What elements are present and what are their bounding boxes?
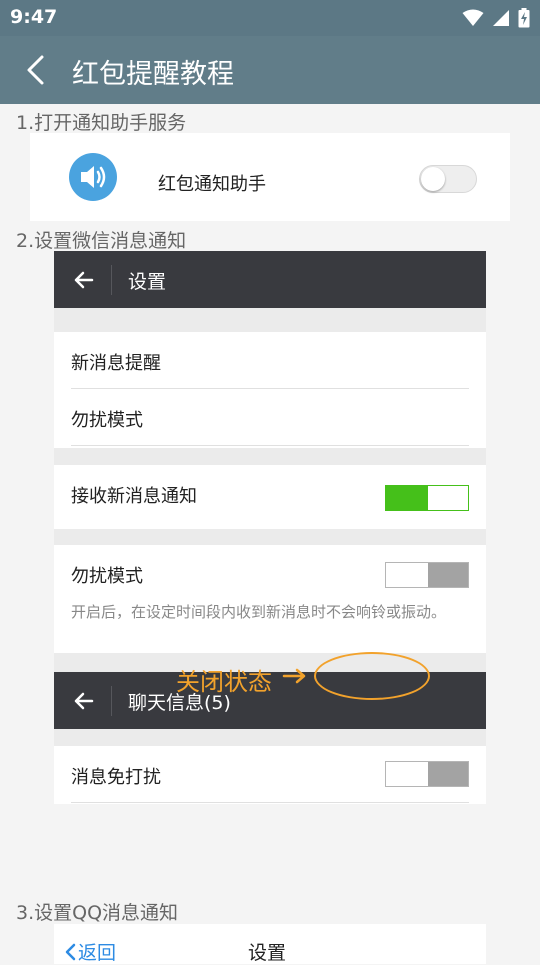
app-bar: 红包提醒教程	[0, 36, 540, 104]
section-gap	[54, 308, 486, 332]
speaker-icon	[69, 153, 117, 201]
dnd-mode-label: 勿扰模式	[71, 566, 143, 587]
wechat-settings-mock: 设置 新消息提醒 勿扰模式 接收新消息通知 勿扰模式 开启后，在设定时间段内收到…	[54, 251, 486, 808]
wifi-icon	[462, 9, 484, 26]
qq-settings-mock: 返回 设置	[54, 924, 486, 964]
qq-back-button[interactable]: 返回	[64, 938, 116, 965]
row-new-message[interactable]: 新消息提醒	[54, 332, 486, 389]
divider	[71, 445, 469, 446]
status-bar: 9:47	[0, 0, 540, 36]
off-state-annotation: 关闭状态	[176, 668, 272, 696]
divider	[71, 802, 469, 803]
arrow-left-icon[interactable]	[72, 689, 96, 713]
section-gap	[54, 729, 486, 746]
battery-charging-icon	[518, 8, 530, 28]
switch-on-fill	[386, 486, 428, 510]
settings-group-1: 新消息提醒 勿扰模式	[54, 332, 486, 448]
helper-toggle[interactable]	[419, 165, 477, 193]
highlight-ellipse	[314, 652, 430, 700]
arrow-right-icon	[282, 668, 306, 684]
mute-switch[interactable]	[385, 761, 469, 787]
settings-group-receive: 接收新消息通知	[54, 465, 486, 529]
back-icon[interactable]	[22, 54, 52, 86]
page-title: 红包提醒教程	[72, 59, 234, 90]
settings-group-dnd: 勿扰模式 开启后，在设定时间段内收到新消息时不会响铃或振动。	[54, 545, 486, 653]
settings-group-mute: 消息免打扰	[54, 746, 486, 804]
chevron-left-icon	[65, 943, 76, 960]
status-icons	[462, 8, 530, 28]
row-dnd[interactable]: 勿扰模式	[54, 389, 486, 446]
step-2-label: 2.设置微信消息通知	[16, 230, 187, 252]
helper-label: 红包通知助手	[158, 174, 266, 195]
status-time: 9:47	[10, 6, 58, 28]
bar-separator	[111, 686, 112, 716]
receive-notification-switch[interactable]	[385, 485, 469, 511]
step-3-label: 3.设置QQ消息通知	[16, 902, 179, 924]
row-receive-label: 接收新消息通知	[71, 486, 197, 507]
section-gap	[54, 529, 486, 545]
step-1-label: 1.打开通知助手服务	[16, 112, 187, 134]
bar-separator	[111, 265, 112, 295]
toggle-knob	[421, 167, 445, 191]
section-gap	[54, 448, 486, 465]
row-dnd-label: 勿扰模式	[71, 410, 143, 431]
dnd-mode-hint: 开启后，在设定时间段内收到新消息时不会响铃或振动。	[71, 603, 447, 621]
switch-knob	[386, 762, 428, 786]
row-mute-label: 消息免打扰	[71, 767, 161, 788]
wechat-settings-bar: 设置	[54, 251, 486, 308]
tutorial-content: 1.打开通知助手服务 红包通知助手 2.设置微信消息通知 设置 新消息提醒 勿扰…	[0, 104, 540, 964]
cell-signal-icon	[493, 10, 509, 26]
row-new-message-label: 新消息提醒	[71, 353, 161, 374]
qq-settings-title: 设置	[248, 942, 287, 964]
arrow-left-icon[interactable]	[72, 268, 96, 292]
wechat-settings-title: 设置	[128, 271, 167, 293]
qq-back-label: 返回	[78, 942, 117, 964]
notification-helper-card: 红包通知助手	[30, 133, 510, 221]
dnd-mode-switch[interactable]	[385, 562, 469, 588]
switch-knob	[386, 563, 428, 587]
